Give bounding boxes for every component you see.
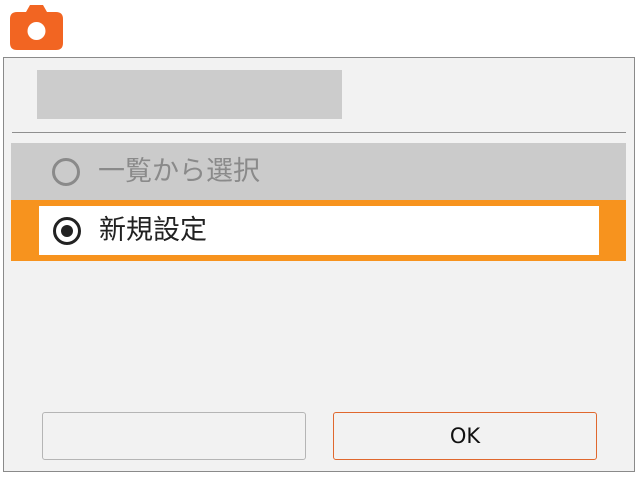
divider bbox=[12, 132, 626, 133]
option-select-from-list[interactable]: 一覧から選択 bbox=[11, 143, 626, 200]
ok-button[interactable]: OK bbox=[333, 412, 597, 460]
radio-selected-icon[interactable] bbox=[53, 216, 81, 245]
camera-icon bbox=[10, 5, 63, 50]
option-label: 一覧から選択 bbox=[98, 156, 260, 187]
cancel-button[interactable] bbox=[42, 412, 306, 460]
option-new-setting-highlight: 新規設定 bbox=[11, 200, 626, 261]
screen: 一覧から選択 新規設定 OK bbox=[0, 0, 640, 480]
dialog-title bbox=[37, 70, 342, 119]
selection-dialog: 一覧から選択 新規設定 OK bbox=[3, 57, 635, 472]
option-label: 新規設定 bbox=[99, 215, 207, 246]
option-new-setting[interactable]: 新規設定 bbox=[39, 206, 599, 255]
radio-unselected-icon[interactable] bbox=[52, 157, 80, 186]
